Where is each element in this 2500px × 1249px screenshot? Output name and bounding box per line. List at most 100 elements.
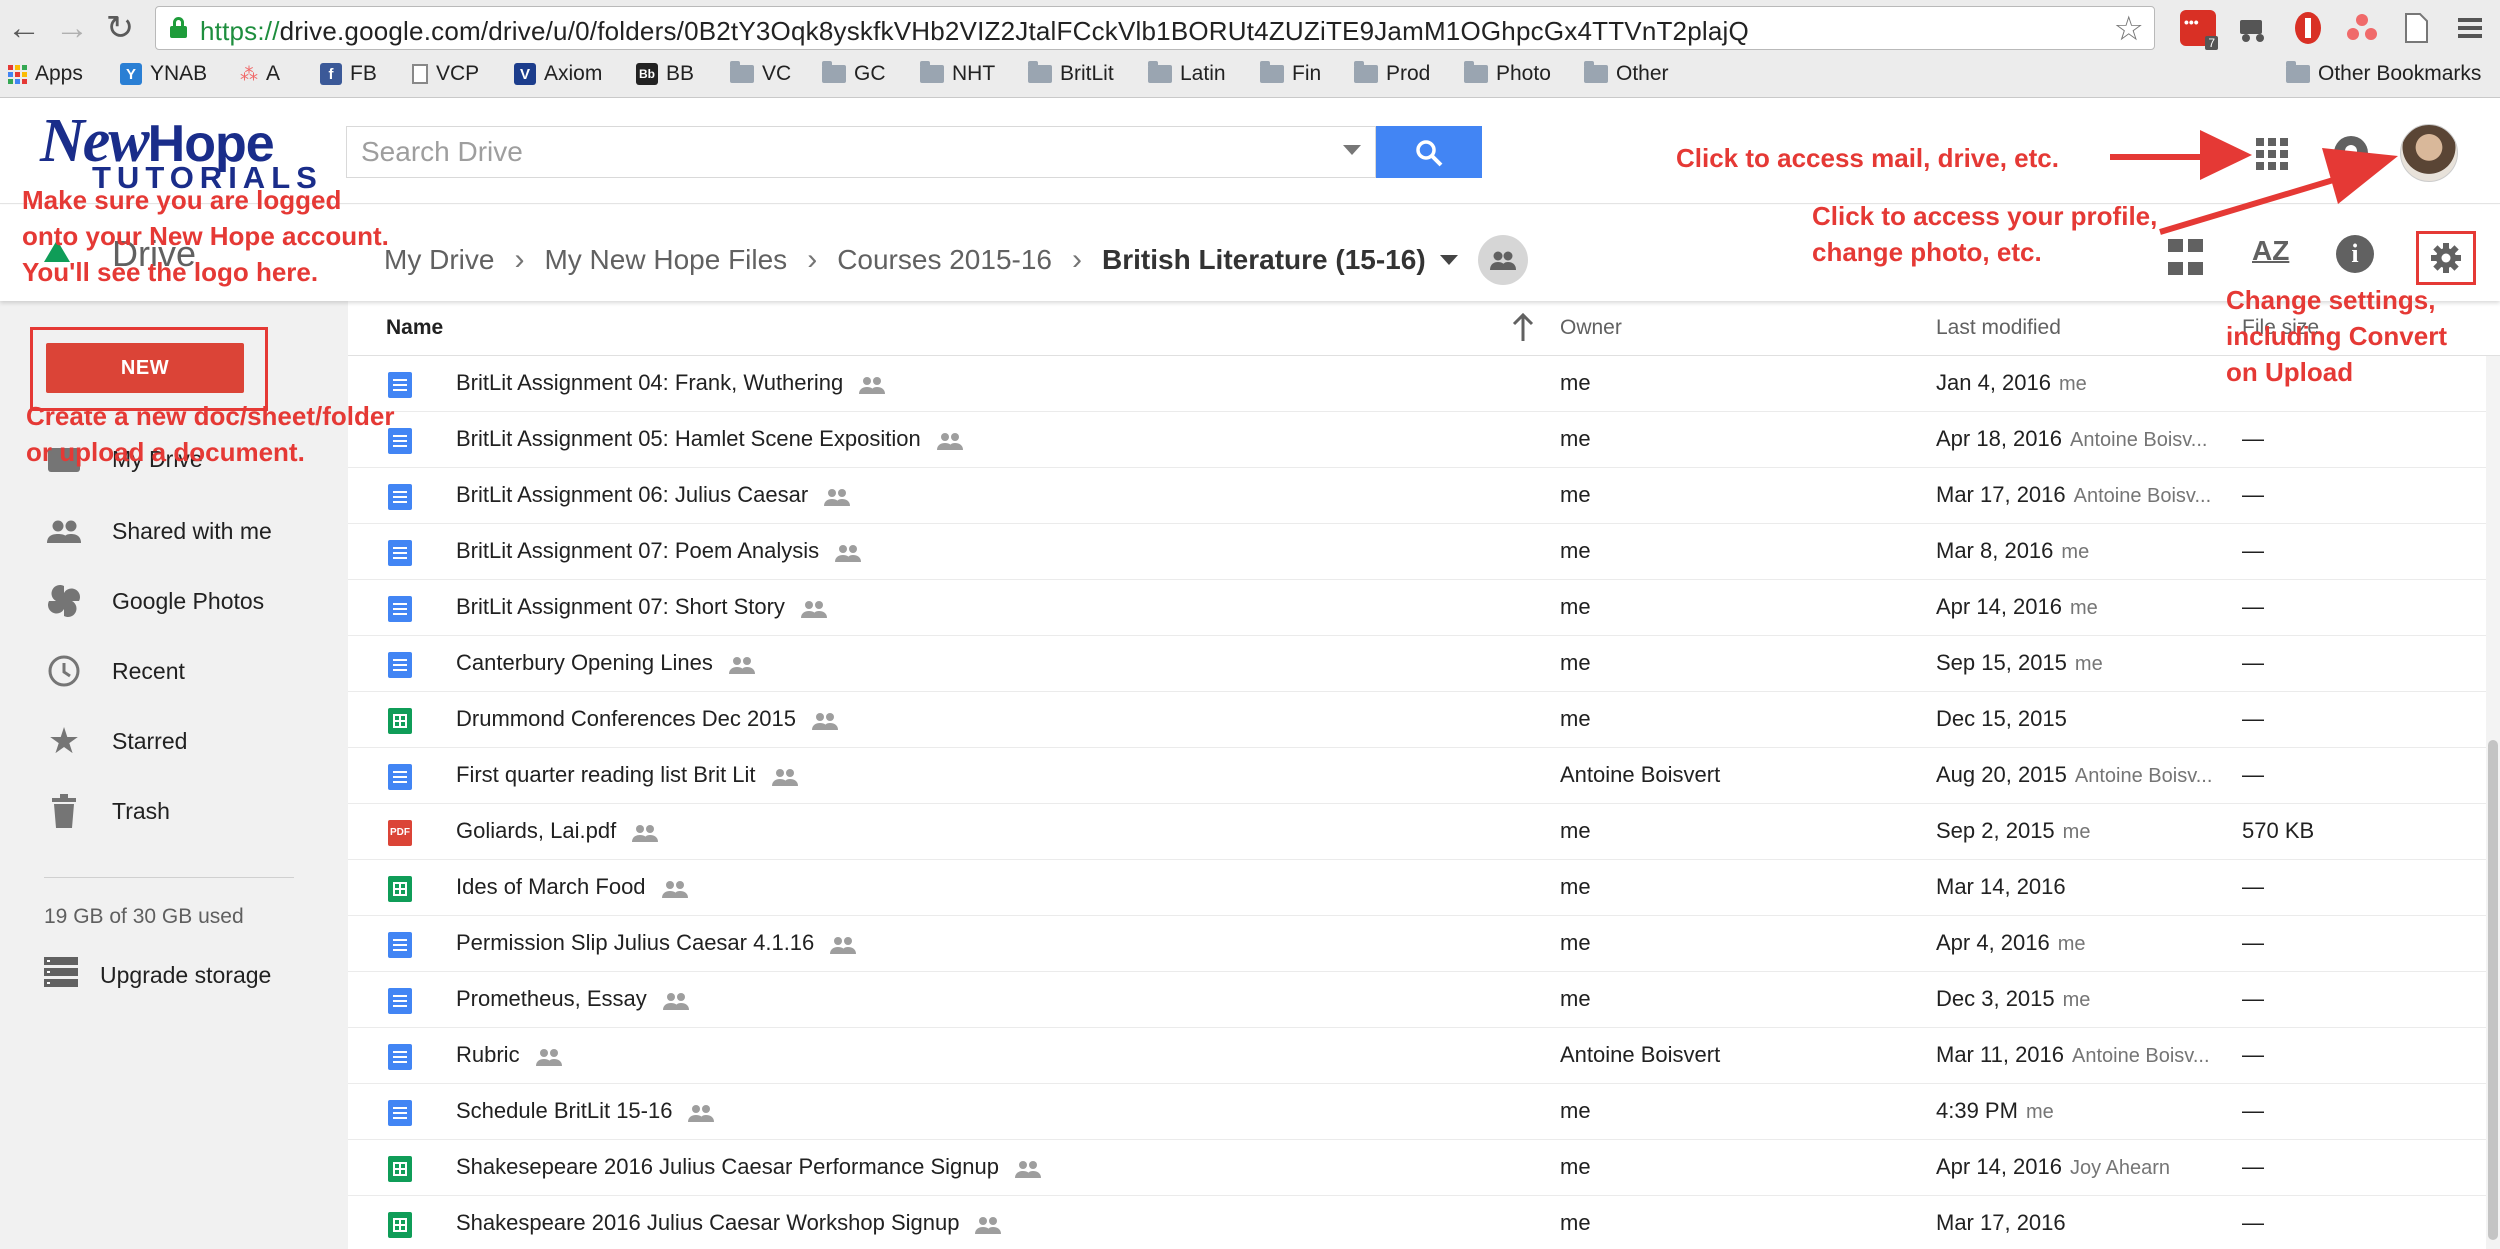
other-bookmarks[interactable]: Other Bookmarks <box>2286 61 2481 86</box>
sidebar-item-shared-with-me[interactable]: Shared with me <box>46 513 272 549</box>
table-row[interactable]: PDF Goliards, Lai.pdf me Sep 2, 2015 me 570 K… <box>348 804 2500 860</box>
file-name[interactable]: Schedule BritLit 15-16 <box>456 1098 716 1124</box>
file-name[interactable]: Rubric <box>456 1042 564 1068</box>
notifications-bell-icon[interactable] <box>2334 136 2368 170</box>
bookmark-fb[interactable]: f FB <box>320 62 377 86</box>
table-row[interactable]: Prometheus, Essay me Dec 3, 2015 me — <box>348 972 2500 1028</box>
bookmark-folder-gc[interactable]: GC <box>822 61 886 86</box>
file-name[interactable]: BritLit Assignment 07: Poem Analysis <box>456 538 863 564</box>
file-name[interactable]: Drummond Conferences Dec 2015 <box>456 706 840 732</box>
file-name[interactable]: BritLit Assignment 05: Hamlet Scene Expo… <box>456 426 965 452</box>
file-name[interactable]: First quarter reading list Brit Lit <box>456 762 800 788</box>
file-list: Name Owner Last modified File size BritL… <box>348 301 2500 1249</box>
back-arrow-icon[interactable]: ← <box>4 8 44 48</box>
file-owner: me <box>1560 1154 1591 1179</box>
file-name[interactable]: Prometheus, Essay <box>456 986 691 1012</box>
page-icon[interactable] <box>2398 10 2434 46</box>
search-button[interactable] <box>1376 126 1482 178</box>
bookmark-folder-vc[interactable]: VC <box>730 61 791 86</box>
extension-icon[interactable] <box>2236 10 2272 46</box>
new-hope-logo[interactable]: NewHope TUTORIALS <box>40 107 317 195</box>
current-folder-name[interactable]: British Literature (15-16) <box>1102 244 1426 276</box>
chevron-right-icon: › <box>1072 243 1082 276</box>
bookmark-vcp[interactable]: VCP <box>412 62 479 86</box>
forward-arrow-icon[interactable]: → <box>52 8 92 48</box>
table-row[interactable]: BritLit Assignment 07: Poem Analysis me Ma… <box>348 524 2500 580</box>
shared-folder-icon[interactable] <box>1477 235 1528 285</box>
google-sheet-icon <box>388 708 412 734</box>
upgrade-storage-link[interactable]: Upgrade storage <box>44 957 271 993</box>
address-bar[interactable]: https://drive.google.com/drive/u/0/folde… <box>155 6 2155 50</box>
file-name[interactable]: Permission Slip Julius Caesar 4.1.16 <box>456 930 858 956</box>
menu-icon[interactable] <box>2452 10 2488 46</box>
grid-view-icon[interactable] <box>2168 239 2208 279</box>
column-owner[interactable]: Owner <box>1560 316 1622 340</box>
bookmark-apps[interactable]: Apps <box>8 62 83 86</box>
blackboard-icon: Bb <box>636 63 658 85</box>
table-row[interactable]: Permission Slip Julius Caesar 4.1.16 me Ap… <box>348 916 2500 972</box>
crumb-my-drive[interactable]: My Drive <box>384 244 494 276</box>
file-name[interactable]: Ides of March Food <box>456 874 690 900</box>
table-row[interactable]: Ides of March Food me Mar 14, 2016 — <box>348 860 2500 916</box>
bookmark-axiom[interactable]: V Axiom <box>514 62 602 86</box>
bookmark-a[interactable]: ⁂ A <box>240 62 280 86</box>
file-last-modified: Mar 14, 2016 <box>1936 874 2066 899</box>
sidebar-item-google-photos[interactable]: Google Photos <box>46 583 264 619</box>
sort-az-icon[interactable]: AZ <box>2252 235 2292 275</box>
bookmark-star-icon[interactable]: ☆ <box>2114 9 2144 49</box>
table-row[interactable]: First quarter reading list Brit Lit Antoi… <box>348 748 2500 804</box>
table-row[interactable]: Drummond Conferences Dec 2015 me Dec 15, 2… <box>348 692 2500 748</box>
bookmark-folder-fin[interactable]: Fin <box>1260 61 1321 86</box>
file-name[interactable]: Goliards, Lai.pdf <box>456 818 660 844</box>
table-row[interactable]: Canterbury Opening Lines me Sep 15, 2015 me… <box>348 636 2500 692</box>
table-row[interactable]: BritLit Assignment 04: Frank, Wuthering m… <box>348 356 2500 412</box>
bookmark-ynab[interactable]: Y YNAB <box>120 62 207 86</box>
search-input[interactable] <box>347 127 1307 177</box>
column-last-modified[interactable]: Last modified <box>1936 316 2061 340</box>
reload-icon[interactable]: ↻ <box>100 8 140 48</box>
settings-gear-icon[interactable] <box>2416 231 2476 285</box>
chevron-right-icon: › <box>514 243 525 276</box>
file-name[interactable]: BritLit Assignment 04: Frank, Wuthering <box>456 370 887 396</box>
bookmark-folder-britlit[interactable]: BritLit <box>1028 61 1114 86</box>
crumb-courses[interactable]: Courses 2015-16 <box>837 244 1052 276</box>
file-name[interactable]: BritLit Assignment 06: Julius Caesar <box>456 482 852 508</box>
chevron-down-icon[interactable] <box>1439 255 1458 265</box>
table-row[interactable]: Shakespeare 2016 Julius Caesar Workshop … <box>348 1196 2500 1249</box>
file-owner: me <box>1560 1098 1591 1123</box>
info-icon[interactable]: i <box>2336 235 2374 273</box>
file-name[interactable]: Shakesepeare 2016 Julius Caesar Performa… <box>456 1154 1043 1180</box>
file-owner: me <box>1560 538 1591 563</box>
extension-icon[interactable] <box>2290 10 2326 46</box>
scrollbar-thumb[interactable] <box>2488 740 2498 1240</box>
file-name[interactable]: Canterbury Opening Lines <box>456 650 757 676</box>
table-row[interactable]: BritLit Assignment 05: Hamlet Scene Expo… <box>348 412 2500 468</box>
table-row[interactable]: Rubric Antoine Boisvert Mar 11, 2016 Antoin… <box>348 1028 2500 1084</box>
extension-icon[interactable]: ••• 7 <box>2180 10 2218 50</box>
bookmark-folder-other[interactable]: Other <box>1584 61 1669 86</box>
bookmark-folder-photo[interactable]: Photo <box>1464 61 1551 86</box>
sidebar-item-trash[interactable]: Trash <box>46 793 170 829</box>
crumb-my-new-hope-files[interactable]: My New Hope Files <box>544 244 787 276</box>
sort-ascending-arrow-icon[interactable] <box>1510 311 1536 349</box>
sidebar-item-starred[interactable]: ★ Starred <box>46 720 188 761</box>
new-button[interactable]: NEW <box>46 343 244 393</box>
column-name[interactable]: Name <box>386 316 443 340</box>
table-row[interactable]: BritLit Assignment 07: Short Story me Apr … <box>348 580 2500 636</box>
table-row[interactable]: Schedule BritLit 15-16 me 4:39 PM me — <box>348 1084 2500 1140</box>
sidebar-item-recent[interactable]: Recent <box>46 653 185 689</box>
search-options-dropdown-icon[interactable] <box>1343 145 1361 155</box>
file-owner: me <box>1560 986 1591 1011</box>
file-name[interactable]: Shakespeare 2016 Julius Caesar Workshop … <box>456 1210 1003 1236</box>
file-name[interactable]: BritLit Assignment 07: Short Story <box>456 594 829 620</box>
asana-icon[interactable] <box>2344 10 2380 46</box>
google-apps-grid-icon[interactable] <box>2256 138 2288 170</box>
file-owner: me <box>1560 930 1591 955</box>
profile-avatar[interactable] <box>2400 124 2458 182</box>
table-row[interactable]: BritLit Assignment 06: Julius Caesar me Ma… <box>348 468 2500 524</box>
bookmark-folder-latin[interactable]: Latin <box>1148 61 1226 86</box>
table-row[interactable]: Shakesepeare 2016 Julius Caesar Performa… <box>348 1140 2500 1196</box>
bookmark-bb[interactable]: Bb BB <box>636 62 694 86</box>
bookmark-folder-nht[interactable]: NHT <box>920 61 995 86</box>
bookmark-folder-prod[interactable]: Prod <box>1354 61 1430 86</box>
